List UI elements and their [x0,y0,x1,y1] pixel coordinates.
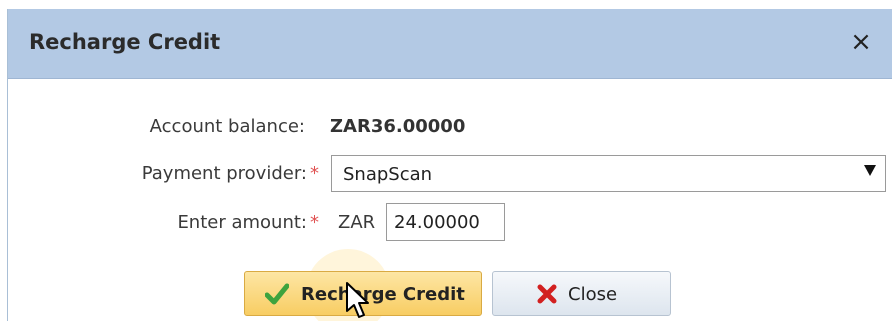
red-x-icon [537,284,557,309]
dialog-titlebar: Recharge Credit × [8,9,892,79]
checkmark-icon [264,283,290,310]
close-button[interactable]: Close [492,271,671,316]
provider-label: Payment provider: [141,163,307,184]
close-button-label: Close [568,284,618,305]
dialog-title: Recharge Credit [29,30,221,54]
close-icon[interactable]: × [846,27,876,57]
currency-label: ZAR [338,212,376,233]
required-marker: * [310,212,319,233]
amount-label: Enter amount: [177,212,307,233]
payment-provider-value: SnapScan [343,164,433,185]
mouse-pointer-icon [345,281,371,321]
page: Recharge Credit × Account balance: ZAR36… [0,0,892,321]
balance-value: ZAR36.00000 [330,116,466,137]
amount-label-row: Enter amount: * [177,212,319,233]
chevron-down-icon [864,165,876,176]
amount-input[interactable] [386,203,505,241]
recharge-credit-dialog: Recharge Credit × Account balance: ZAR36… [7,9,892,321]
required-marker: * [310,163,319,184]
provider-label-row: Payment provider: * [142,163,319,184]
recharge-credit-label: Recharge Credit [301,284,465,305]
payment-provider-select[interactable]: SnapScan [331,155,886,192]
balance-label: Account balance: [149,116,305,137]
